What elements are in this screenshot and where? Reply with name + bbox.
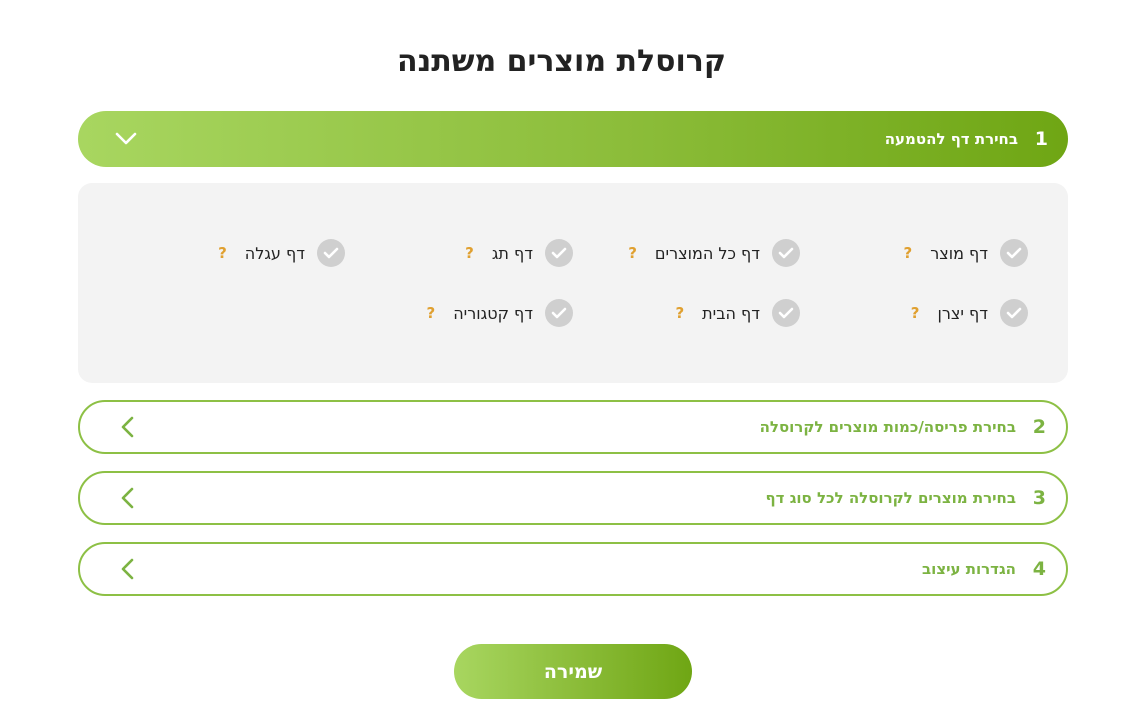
option-category-page[interactable]: דף קטגוריה ? [427, 298, 573, 328]
section-number: 3 [1032, 486, 1046, 509]
chevron-left-icon[interactable] [116, 486, 140, 510]
option-label: דף הבית [702, 303, 760, 323]
section-4-header[interactable]: 4 הגדרות עיצוב [78, 542, 1068, 596]
option-cart-page[interactable]: דף עגלה ? [218, 238, 345, 268]
chevron-left-icon[interactable] [116, 415, 140, 439]
option-product-page[interactable]: דף מוצר ? [903, 238, 1028, 268]
section-number: 4 [1032, 557, 1046, 580]
section-number: 1 [1034, 127, 1048, 150]
save-button[interactable]: שמירה [454, 644, 692, 699]
section-title: בחירת מוצרים לקרוסלה לכל סוג דף [765, 488, 1016, 507]
section-1-header[interactable]: 1 בחירת דף להטמעה [78, 111, 1068, 167]
help-icon[interactable]: ? [628, 244, 637, 262]
chevron-down-icon[interactable] [114, 127, 138, 151]
page-selection-panel: דף מוצר ? דף כל המוצרים ? דף תג ? דף עגל… [78, 183, 1068, 383]
option-label: דף קטגוריה [453, 303, 533, 323]
help-icon[interactable]: ? [465, 244, 474, 262]
option-label: דף יצרן [937, 303, 988, 323]
option-label: דף תג [491, 243, 533, 263]
option-manufacturer-page[interactable]: דף יצרן ? [911, 298, 1028, 328]
check-icon[interactable] [1000, 239, 1028, 267]
help-icon[interactable]: ? [675, 304, 684, 322]
option-all-products-page[interactable]: דף כל המוצרים ? [628, 238, 800, 268]
option-label: דף כל המוצרים [654, 243, 760, 263]
chevron-left-icon[interactable] [116, 557, 140, 581]
option-label: דף מוצר [930, 243, 988, 263]
check-icon[interactable] [772, 239, 800, 267]
section-title: בחירת פריסה/כמות מוצרים לקרוסלה [759, 417, 1016, 436]
help-icon[interactable]: ? [911, 304, 920, 322]
check-icon[interactable] [545, 299, 573, 327]
help-icon[interactable]: ? [218, 244, 227, 262]
help-icon[interactable]: ? [427, 304, 436, 322]
section-title: הגדרות עיצוב [922, 559, 1016, 578]
option-label: דף עגלה [244, 243, 305, 263]
option-home-page[interactable]: דף הבית ? [675, 298, 800, 328]
check-icon[interactable] [317, 239, 345, 267]
section-number: 2 [1032, 415, 1046, 438]
section-title: בחירת דף להטמעה [884, 129, 1018, 148]
section-3-header[interactable]: 3 בחירת מוצרים לקרוסלה לכל סוג דף [78, 471, 1068, 525]
help-icon[interactable]: ? [903, 244, 912, 262]
option-tag-page[interactable]: דף תג ? [465, 238, 573, 268]
check-icon[interactable] [1000, 299, 1028, 327]
section-2-header[interactable]: 2 בחירת פריסה/כמות מוצרים לקרוסלה [78, 400, 1068, 454]
check-icon[interactable] [772, 299, 800, 327]
page-title: קרוסלת מוצרים משתנה [397, 44, 726, 79]
check-icon[interactable] [545, 239, 573, 267]
